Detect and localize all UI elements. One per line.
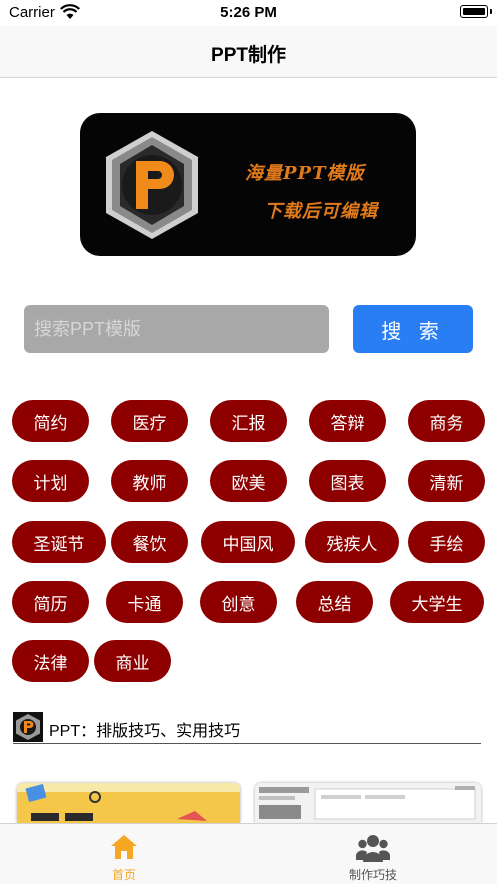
tag-button[interactable]: 中国风 xyxy=(201,521,295,563)
banner[interactable]: 海量PPT模版 下载后可编辑 xyxy=(80,113,416,256)
tag-button[interactable]: 法律 xyxy=(12,640,89,682)
navigation-bar: PPT制作 xyxy=(0,26,497,78)
page-title: PPT制作 xyxy=(211,45,286,66)
home-icon xyxy=(111,835,137,859)
ppt-logo-small-icon xyxy=(13,712,43,742)
tag-button[interactable]: 简历 xyxy=(12,581,89,623)
banner-text-line2: 下载后可编辑 xyxy=(264,201,378,222)
tag-button[interactable]: 计划 xyxy=(12,460,89,502)
tag-button[interactable]: 大学生 xyxy=(390,581,484,623)
banner-text-line1: 海量PPT模版 xyxy=(245,163,365,184)
tag-button[interactable]: 欧美 xyxy=(210,460,287,502)
tag-button[interactable]: 残疾人 xyxy=(305,521,399,563)
search-input[interactable] xyxy=(24,305,329,353)
tag-button[interactable]: 教师 xyxy=(111,460,188,502)
tag-button[interactable]: 餐饮 xyxy=(111,521,188,563)
status-time: 5:26 PM xyxy=(220,4,277,21)
section-title: PPT：排版技巧、实用技巧 xyxy=(49,723,241,740)
article-thumbnail xyxy=(17,783,240,823)
status-bar: Carrier 5:26 PM xyxy=(0,0,497,26)
tag-button[interactable]: 商业 xyxy=(94,640,171,682)
section-divider xyxy=(13,743,481,744)
tag-button[interactable]: 总结 xyxy=(296,581,373,623)
tag-button[interactable]: 答辩 xyxy=(309,400,386,442)
tag-button[interactable]: 卡通 xyxy=(106,581,183,623)
tab-tips[interactable]: 制作巧技 xyxy=(249,824,497,884)
tab-tips-label: 制作巧技 xyxy=(348,868,397,882)
article-card[interactable] xyxy=(255,783,481,823)
tab-home-label: 首页 xyxy=(111,868,136,882)
search-button[interactable]: 搜 索 xyxy=(353,305,473,353)
tab-home[interactable]: 首页 xyxy=(0,824,248,884)
tag-button[interactable]: 图表 xyxy=(309,460,386,502)
tag-button[interactable]: 商务 xyxy=(408,400,485,442)
tag-button[interactable]: 汇报 xyxy=(210,400,287,442)
tag-button[interactable]: 医疗 xyxy=(111,400,188,442)
tag-button[interactable]: 创意 xyxy=(200,581,277,623)
battery-icon xyxy=(460,5,488,18)
tag-button[interactable]: 圣诞节 xyxy=(12,521,106,563)
battery-tip xyxy=(490,9,492,14)
tag-button[interactable]: 清新 xyxy=(408,460,485,502)
article-thumbnail xyxy=(255,783,481,823)
group-icon xyxy=(356,835,390,862)
tag-button[interactable]: 手绘 xyxy=(408,521,485,563)
article-card[interactable] xyxy=(17,783,240,823)
tab-bar: 首页 制作巧技 xyxy=(0,823,497,884)
ppt-logo-icon xyxy=(106,131,198,239)
tag-button[interactable]: 简约 xyxy=(12,400,89,442)
